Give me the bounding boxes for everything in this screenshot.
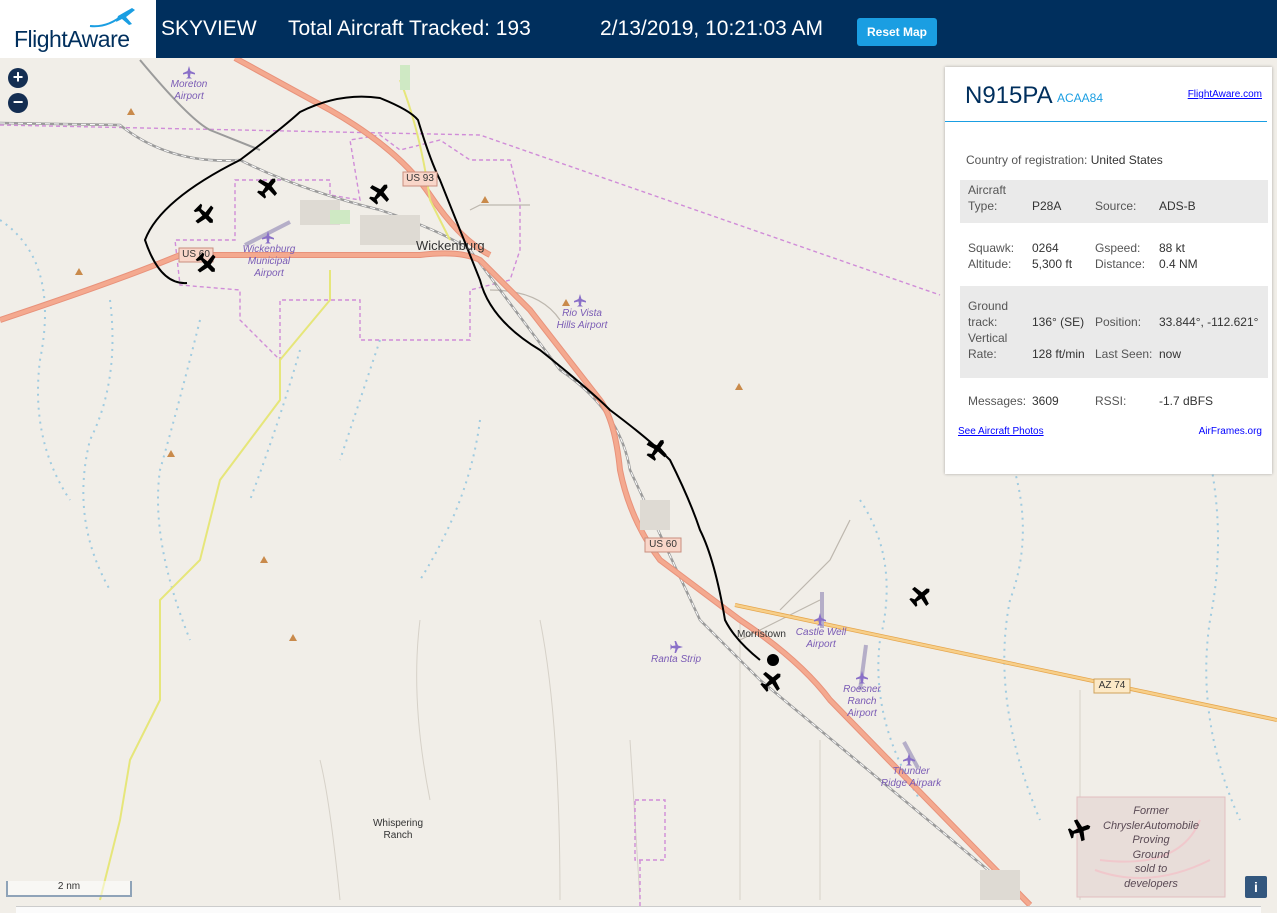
position-value: 33.844°, -112.621° [1159, 315, 1259, 329]
horizontal-scrollbar[interactable] [16, 906, 1261, 913]
info-button[interactable]: i [1245, 876, 1267, 898]
top-bar: FlightAware SKYVIEW Total Aircraft Track… [0, 0, 1277, 58]
aircraft-hex-code: ACAA84 [1057, 91, 1104, 105]
ground-track-value: 136° (SE) [1032, 315, 1085, 329]
map-canvas[interactable]: Moreton Airport Wickenburg Wickenburg Muni… [0, 58, 1277, 913]
map-scale-bar: 2 nm [6, 881, 132, 897]
reset-map-button[interactable]: Reset Map [857, 18, 937, 46]
country-value: United States [1090, 153, 1163, 167]
timestamp: 2/13/2019, 10:21:03 AM [600, 17, 824, 40]
skyview-title: SKYVIEW [161, 17, 257, 40]
track-position-row: Ground track: 136° (SE) Position: 33.844°… [960, 286, 1268, 378]
aircraft-icon[interactable] [191, 248, 223, 280]
zoom-in-button[interactable]: + [8, 68, 28, 88]
gspeed-value: 88 kt [1159, 241, 1186, 255]
messages-row: Messages: 3609 RSSI: -1.7 dBFS [968, 394, 1214, 408]
aircraft-icon[interactable] [364, 177, 396, 209]
flightaware-logo[interactable]: FlightAware [0, 0, 156, 58]
source-value: ADS-B [1159, 199, 1196, 213]
aircraft-icon[interactable] [189, 199, 221, 231]
divider [945, 121, 1267, 122]
aircraft-info-panel: N915PA ACAA84 FlightAware.com Country of… [945, 67, 1272, 474]
country-row: Country of registration: United States [966, 153, 1163, 167]
squawk-altitude-row: Squawk: 0264 Gspeed: 88 kt Altitude: 5,3… [968, 241, 1198, 271]
aircraft-icon[interactable] [1065, 815, 1095, 845]
total-aircraft-count: Total Aircraft Tracked: 193 [288, 17, 531, 40]
aircraft-icon[interactable] [252, 171, 284, 203]
squawk-value: 0264 [1032, 241, 1059, 255]
flightaware-link[interactable]: FlightAware.com [1188, 89, 1262, 100]
messages-value: 3609 [1032, 394, 1059, 408]
aircraft-type-value: P28A [1032, 199, 1062, 213]
rssi-value: -1.7 dBFS [1159, 394, 1214, 408]
last-seen-value: now [1159, 347, 1182, 361]
selected-aircraft-icon[interactable] [756, 665, 788, 697]
airframes-link[interactable]: AirFrames.org [1199, 426, 1262, 437]
aircraft-photos-link[interactable]: See Aircraft Photos [958, 426, 1044, 437]
type-row: Aircraft Type: P28A Source: ADS-B [960, 180, 1268, 223]
vertical-rate-value: 128 ft/min [1032, 347, 1085, 361]
zoom-out-button[interactable]: − [8, 93, 28, 113]
aircraft-registration: N915PA [965, 82, 1053, 109]
logo-text: FlightAware [14, 26, 130, 52]
distance-value: 0.4 NM [1159, 257, 1198, 271]
aircraft-icon[interactable] [641, 433, 673, 465]
aircraft-icon[interactable] [905, 580, 937, 612]
altitude-value: 5,300 ft [1032, 257, 1073, 271]
